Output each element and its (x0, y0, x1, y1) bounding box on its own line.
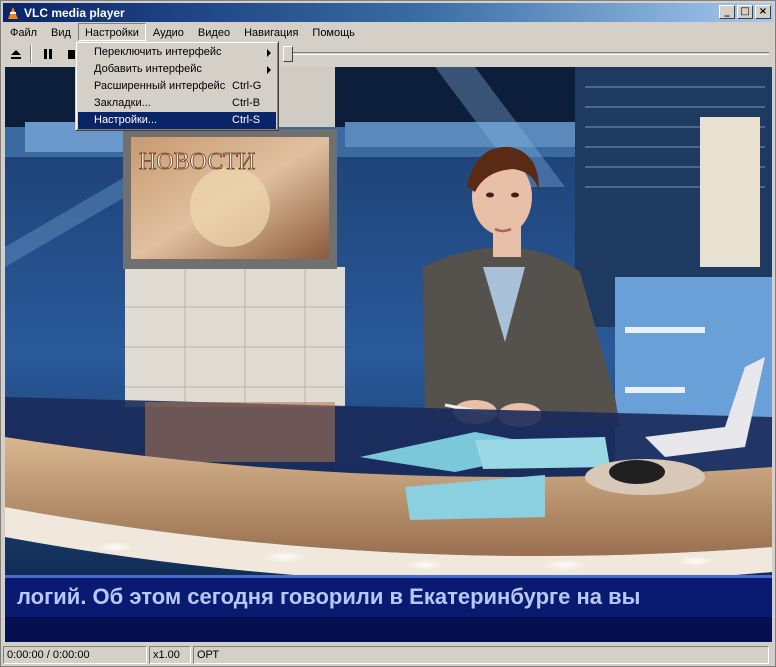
menu-item-label: Переключить интерфейс (94, 46, 222, 58)
maximize-button[interactable]: □ (737, 5, 753, 19)
menu-item-shortcut: Ctrl-S (232, 114, 261, 126)
title-bar[interactable]: VLC media player _ □ × (3, 3, 773, 22)
pause-icon (44, 49, 52, 59)
menu-audio[interactable]: Аудио (146, 23, 191, 41)
submenu-arrow-icon (267, 66, 271, 74)
menu-bar: Файл Вид Настройки Аудио Видео Навигация… (3, 22, 773, 42)
menu-navigation[interactable]: Навигация (237, 23, 305, 41)
settings-dropdown-menu: Переключить интерфейс Добавить интерфейс… (75, 41, 279, 131)
menu-item-label: Настройки... (94, 114, 158, 126)
minimize-button[interactable]: _ (719, 5, 735, 19)
menu-item-shortcut: Ctrl-G (232, 80, 262, 92)
menu-item-label: Добавить интерфейс (94, 63, 202, 75)
menu-item-switch-interface[interactable]: Переключить интерфейс (78, 44, 276, 61)
news-ticker-text: логий. Об этом сегодня говорили в Екатер… (17, 584, 640, 609)
video-area[interactable]: НОВОСТИ логий. Об этом сегодня говорили … (5, 67, 772, 642)
menu-item-shortcut: Ctrl-B (232, 97, 261, 109)
menu-item-extended-interface[interactable]: Расширенный интерфейс Ctrl-G (78, 78, 276, 95)
menu-file[interactable]: Файл (3, 23, 44, 41)
eject-icon (11, 49, 21, 59)
tv-screen-title: НОВОСТИ (139, 149, 255, 175)
eject-button[interactable] (5, 44, 27, 64)
speed-display: x1.00 (149, 646, 191, 664)
menu-settings[interactable]: Настройки (77, 23, 146, 41)
status-bar: 0:00:00 / 0:00:00 x1.00 ОРТ (3, 646, 773, 665)
menu-item-preferences[interactable]: Настройки... Ctrl-S (78, 112, 276, 129)
vlc-cone-icon (6, 6, 20, 20)
menu-help[interactable]: Помощь (305, 23, 362, 41)
vlc-window: VLC media player _ □ × Файл Вид Настройк… (0, 0, 776, 667)
menu-view[interactable]: Вид (44, 23, 78, 41)
seek-track[interactable] (283, 52, 769, 55)
window-title: VLC media player (24, 5, 125, 20)
pause-button[interactable] (37, 44, 59, 64)
menu-item-label: Закладки... (94, 97, 151, 109)
menu-item-add-interface[interactable]: Добавить интерфейс (78, 61, 276, 78)
video-frame: НОВОСТИ логий. Об этом сегодня говорили … (5, 67, 772, 642)
time-display: 0:00:00 / 0:00:00 (3, 646, 147, 664)
menu-video[interactable]: Видео (191, 23, 237, 41)
submenu-arrow-icon (267, 49, 271, 57)
menu-item-bookmarks[interactable]: Закладки... Ctrl-B (78, 95, 276, 112)
close-button[interactable]: × (755, 5, 771, 19)
menu-item-label: Расширенный интерфейс (94, 80, 226, 92)
program-display: ОРТ (193, 646, 769, 664)
seek-slider-handle[interactable] (283, 46, 293, 62)
toolbar-separator (30, 45, 32, 63)
